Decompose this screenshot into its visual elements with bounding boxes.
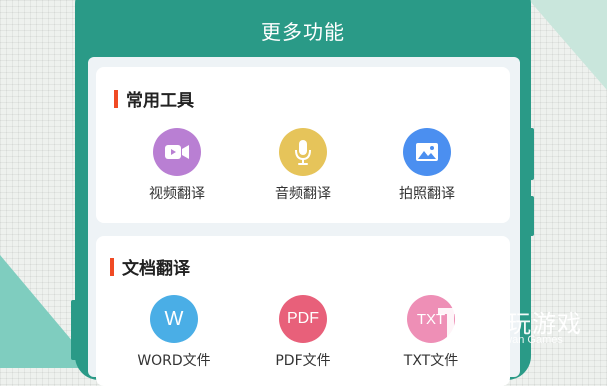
word-file-button[interactable]: W WORD文件	[119, 295, 229, 370]
section-header: 文档翻译	[110, 254, 190, 279]
background-decoration-right	[529, 0, 607, 90]
video-camera-icon	[153, 128, 201, 176]
phone-side-button	[528, 128, 534, 180]
item-label: PDF文件	[275, 353, 331, 369]
item-label: WORD文件	[137, 353, 211, 369]
watermark-subtitle: Renwan Games	[484, 334, 563, 346]
watermark-logo-icon	[438, 308, 474, 352]
section-marker	[110, 257, 114, 276]
pdf-file-button[interactable]: PDF PDF文件	[248, 295, 358, 370]
image-icon	[403, 128, 451, 176]
microphone-icon	[279, 128, 327, 176]
audio-translate-button[interactable]: 音频翻译	[248, 128, 358, 203]
phone-side-button	[71, 300, 77, 360]
icon-text: W	[164, 307, 184, 330]
item-label: 视频翻译	[149, 186, 205, 202]
phone-side-button	[528, 196, 534, 236]
item-label: 拍照翻译	[399, 186, 455, 202]
item-label: 音频翻译	[275, 186, 331, 202]
watermark: 仍玩游戏 Renwan Games	[430, 300, 607, 368]
page-title: 更多功能	[261, 20, 345, 44]
word-doc-icon: W	[150, 295, 198, 343]
icon-text: PDF	[287, 310, 319, 327]
pdf-doc-icon: PDF	[279, 295, 327, 343]
section-marker	[114, 89, 118, 108]
common-tools-card: 常用工具 视频翻译 音频翻译 拍照翻译	[96, 67, 510, 223]
video-translate-button[interactable]: 视频翻译	[122, 128, 232, 203]
section-title: 文档翻译	[122, 259, 190, 279]
section-header: 常用工具	[114, 86, 194, 111]
photo-translate-button[interactable]: 拍照翻译	[372, 128, 482, 203]
section-title: 常用工具	[126, 91, 194, 111]
